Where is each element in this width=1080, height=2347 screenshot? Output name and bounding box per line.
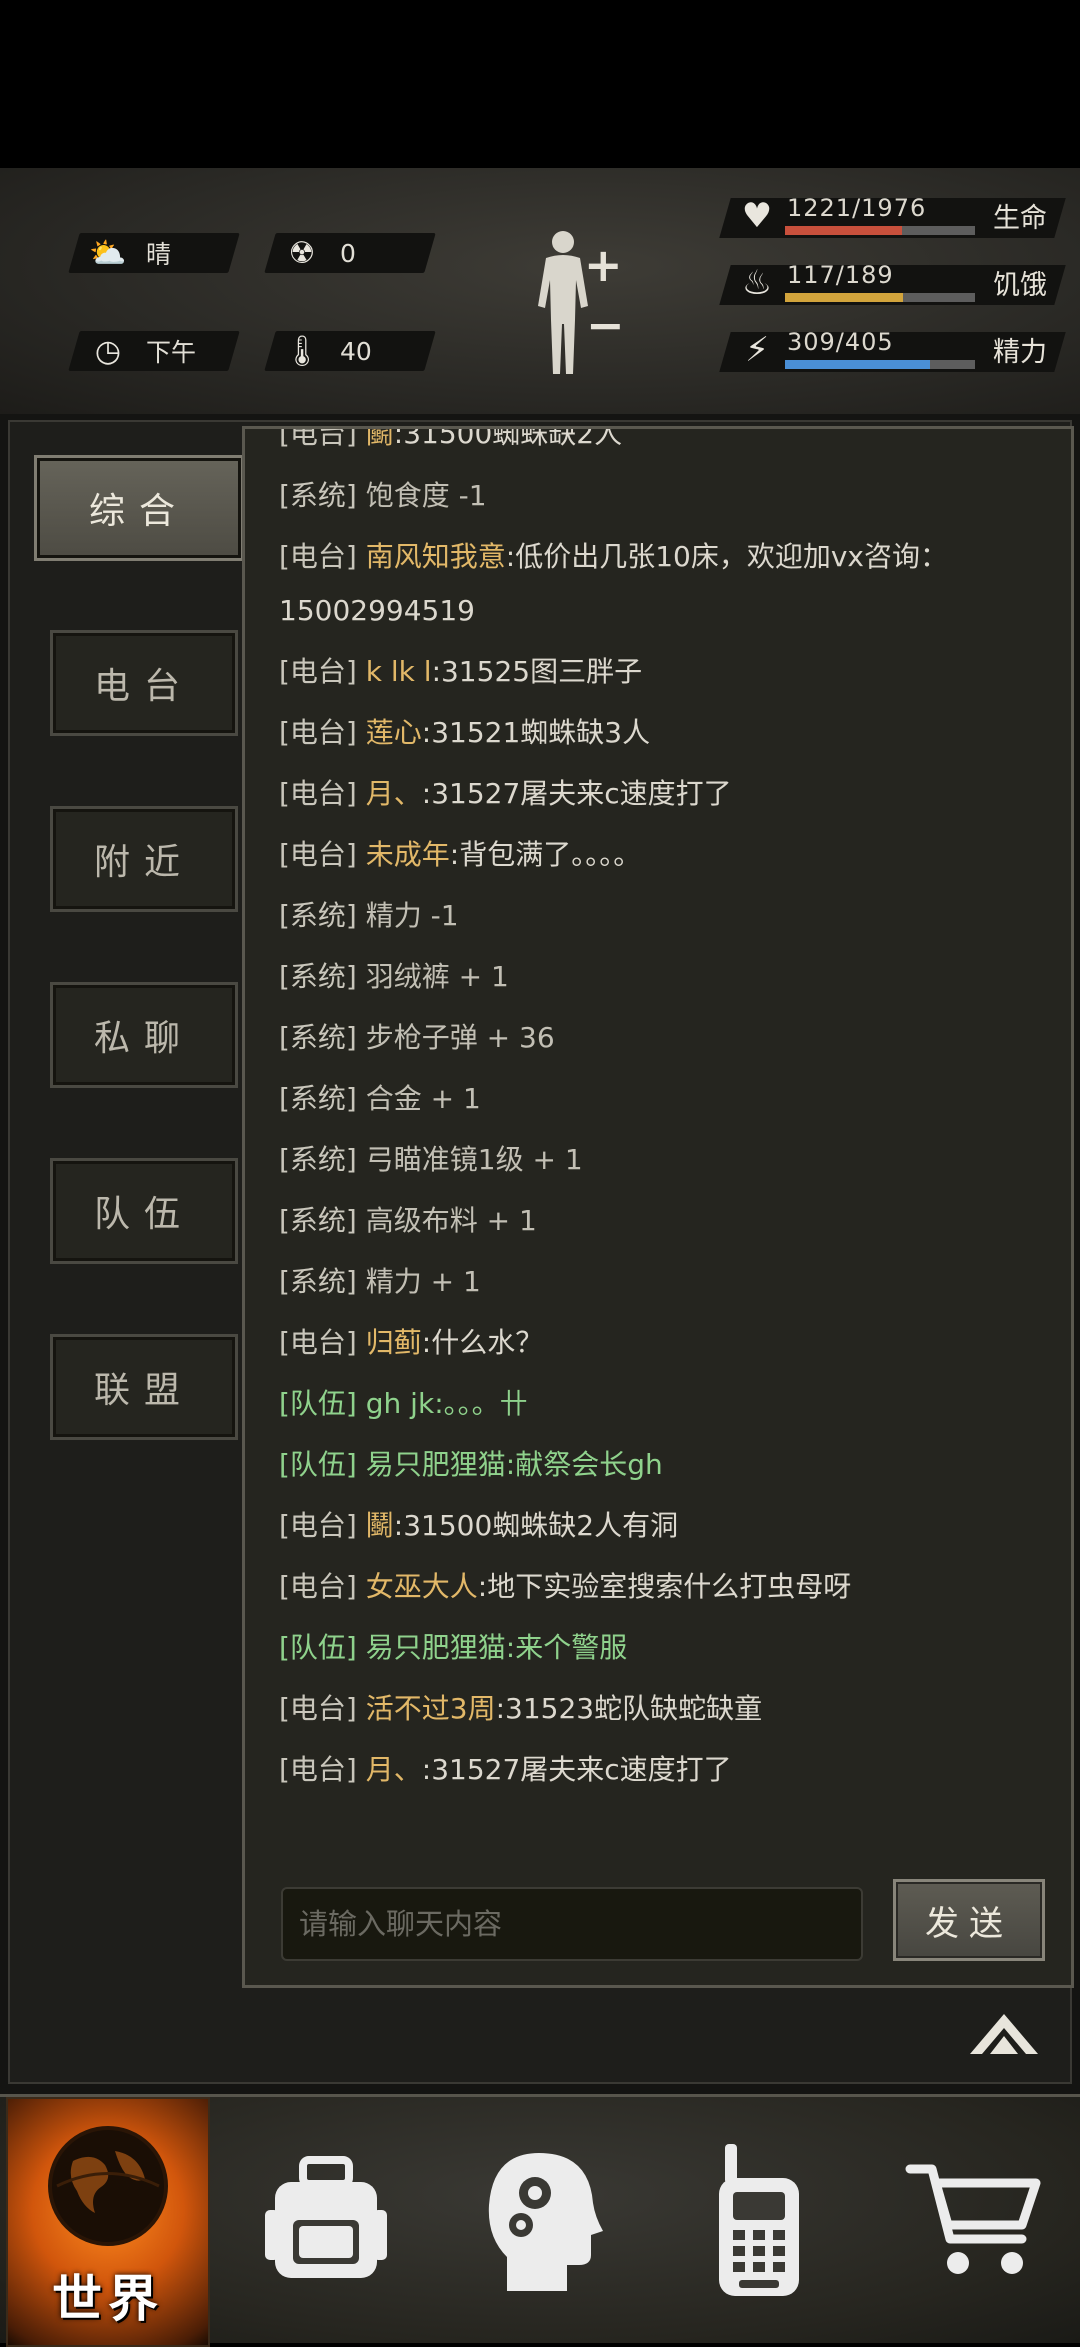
- stat-health-label: 生命: [993, 203, 1047, 234]
- chat-message: [电台] 活不过3周:31523蛇队缺蛇缺童: [279, 1692, 763, 1725]
- head-gears-icon: [488, 2153, 603, 2291]
- stomach-icon: ♨: [741, 263, 773, 303]
- weather-value: 晴: [146, 240, 172, 269]
- chat-message-list[interactable]: [电台] 鬬:31500蜘蛛缺2人 [系统] 饱食度 -1 [电台] 南风知我意…: [245, 429, 1071, 1827]
- chat-message: [系统] 高级布料 + 1: [279, 1204, 537, 1237]
- chat-input[interactable]: 请输入聊天内容: [281, 1887, 863, 1961]
- tab-private[interactable]: 私聊: [50, 982, 238, 1088]
- stat-health-value: 1221/1976: [787, 194, 927, 222]
- stat-energy-track: [785, 360, 975, 369]
- chat-message: [电台] k lk l:31525图三胖子: [279, 655, 643, 688]
- nav-radio[interactable]: [658, 2097, 858, 2343]
- walkie-talkie-icon: [719, 2144, 799, 2296]
- send-button[interactable]: 发送: [893, 1879, 1045, 1961]
- tab-alliance[interactable]: 联盟: [50, 1334, 238, 1440]
- clock-icon: ◷: [94, 333, 122, 369]
- stat-energy-fill: [785, 360, 930, 369]
- chat-message: [电台] 鬬:31500蜘蛛缺2人: [279, 429, 623, 450]
- globe-icon: [48, 2126, 168, 2246]
- nav-world[interactable]: 世界: [6, 2097, 210, 2347]
- stat-energy-label: 精力: [993, 337, 1047, 368]
- chat-message: [队伍] gh jk:。。。卄: [279, 1387, 528, 1420]
- chat-message: [电台] 月、:31527屠夫来c速度打了: [279, 1753, 732, 1786]
- temperature-value: 40: [340, 336, 372, 366]
- chat-message: [系统] 合金 + 1: [279, 1082, 481, 1115]
- tab-general[interactable]: 综合: [34, 455, 244, 561]
- stat-hunger-label: 饥饿: [993, 270, 1047, 301]
- tab-team[interactable]: 队伍: [50, 1158, 238, 1264]
- stat-energy: ⚡ 309/405 精力: [719, 326, 1066, 378]
- chat-message: [系统] 弓瞄准镜1级 + 1: [279, 1143, 583, 1176]
- system-status-bar: [0, 0, 1080, 168]
- heart-icon: ♥: [741, 196, 773, 236]
- chat-message: [系统] 精力 + 1: [279, 1265, 481, 1298]
- chat-message: [电台] 南风知我意:低价出几张10床，欢迎加vx咨询：15002994519: [279, 540, 948, 627]
- time-indicator: ◷ 下午: [88, 331, 196, 371]
- collapse-up-icon[interactable]: [968, 2010, 1040, 2060]
- cloud-sun-icon: ⛅: [89, 235, 127, 271]
- radiation-value: 0: [340, 238, 356, 268]
- chat-message: [电台] 未成年:背包满了。。。。: [279, 838, 642, 871]
- plus-icon: +: [584, 238, 623, 292]
- chat-message: [系统] 精力 -1: [279, 899, 459, 932]
- shopping-cart-icon: [905, 2164, 1041, 2274]
- chat-message: [队伍] 易只肥狸猫:来个警服: [279, 1631, 628, 1664]
- stat-hunger-fill: [785, 293, 903, 302]
- chat-message: [系统] 羽绒裤 + 1: [279, 960, 509, 993]
- nav-shop[interactable]: [874, 2097, 1074, 2343]
- chat-message: [电台] 莲心:31521蜘蛛缺3人: [279, 716, 651, 749]
- radiation-icon: ☢: [288, 235, 316, 271]
- weather-indicator: ⛅ 晴: [88, 233, 171, 273]
- minus-icon: −: [586, 298, 625, 352]
- thermometer-icon: 🌡: [282, 333, 322, 369]
- chat-message: [队伍] 易只肥狸猫:献祭会长gh: [279, 1448, 663, 1481]
- stat-health: ♥ 1221/1976 生命: [719, 192, 1066, 244]
- tab-nearby[interactable]: 附近: [50, 806, 238, 912]
- nav-skills[interactable]: [442, 2097, 642, 2343]
- time-value: 下午: [146, 338, 197, 367]
- tab-radio[interactable]: 电台: [50, 630, 238, 736]
- stat-hunger-value: 117/189: [787, 261, 894, 289]
- backpack-icon: [265, 2156, 387, 2278]
- head-energy-icon: ⚡: [745, 330, 769, 370]
- stat-health-track: [785, 226, 975, 235]
- status-header: ⛅ 晴 ☢ 0 ◷ 下午 🌡 40 + − ♥ 1221/1976 生命 ♨ 1…: [0, 168, 1080, 417]
- stat-energy-value: 309/405: [787, 328, 894, 356]
- radiation-indicator: ☢ 0: [282, 233, 356, 273]
- stat-health-fill: [785, 226, 903, 235]
- nav-world-label: 世界: [52, 2270, 164, 2328]
- chat-window: [电台] 鬬:31500蜘蛛缺2人 [系统] 饱食度 -1 [电台] 南风知我意…: [242, 426, 1074, 1988]
- chat-message: [电台] 女巫大人:地下实验室搜索什么打虫母呀: [279, 1570, 852, 1603]
- stat-hunger-track: [785, 293, 975, 302]
- chat-message: [电台] 鬬:31500蜘蛛缺2人有洞: [279, 1509, 679, 1542]
- temperature-indicator: 🌡 40: [282, 331, 372, 371]
- nav-backpack[interactable]: [226, 2097, 426, 2343]
- chat-message: [系统] 步枪子弹 + 36: [279, 1021, 555, 1054]
- chat-message: [系统] 饱食度 -1: [279, 479, 487, 512]
- stat-hunger: ♨ 117/189 饥饿: [719, 259, 1066, 311]
- chat-message: [电台] 月、:31527屠夫来c速度打了: [279, 777, 732, 810]
- chat-message: [电台] 归蓟:什么水？: [279, 1326, 544, 1359]
- bottom-navigation: 世界: [0, 2094, 1080, 2347]
